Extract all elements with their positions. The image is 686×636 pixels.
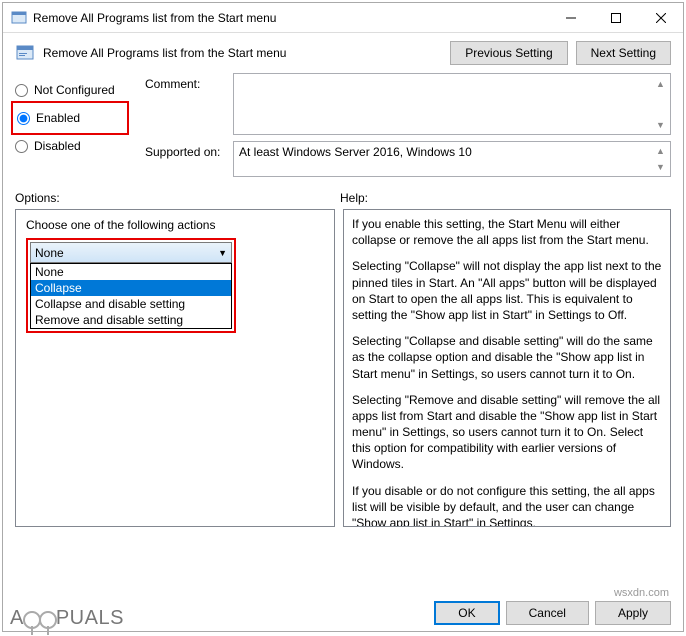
options-label: Options: — [15, 191, 340, 205]
fields-column: Comment: ▲ ▼ Supported on: At least Wind… — [145, 73, 671, 183]
help-paragraph: Selecting "Collapse" will not display th… — [352, 258, 662, 323]
previous-setting-button[interactable]: Previous Setting — [450, 41, 567, 65]
help-paragraph: If you disable or do not configure this … — [352, 483, 662, 527]
help-paragraph: If you enable this setting, the Start Me… — [352, 216, 662, 248]
apply-button[interactable]: Apply — [595, 601, 671, 625]
radio-label: Enabled — [36, 111, 80, 125]
chevron-down-icon: ▼ — [218, 248, 227, 258]
scroll-down-icon[interactable]: ▼ — [652, 159, 669, 175]
action-dropdown[interactable]: None ▼ None Collapse Collapse and disabl… — [30, 242, 232, 329]
gpedit-dialog: Remove All Programs list from the Start … — [2, 2, 684, 632]
radio-label: Not Configured — [34, 83, 115, 97]
policy-icon — [11, 10, 27, 26]
supported-value: At least Windows Server 2016, Windows 10 — [234, 142, 670, 162]
minimize-button[interactable] — [548, 3, 593, 32]
dropdown-item-collapse[interactable]: Collapse — [31, 280, 231, 296]
comment-value — [234, 74, 670, 80]
supported-textarea: At least Windows Server 2016, Windows 10… — [233, 141, 671, 177]
dropdown-selected[interactable]: None ▼ — [30, 242, 232, 263]
dropdown-item-remove-disable[interactable]: Remove and disable setting — [31, 312, 231, 328]
comment-label: Comment: — [145, 73, 225, 91]
policy-header-icon — [15, 43, 35, 63]
options-panel: Choose one of the following actions None… — [15, 209, 335, 527]
radio-enabled[interactable]: Enabled — [17, 105, 123, 131]
supported-row: Supported on: At least Windows Server 20… — [145, 141, 671, 177]
next-setting-button[interactable]: Next Setting — [576, 41, 671, 65]
dropdown-item-collapse-disable[interactable]: Collapse and disable setting — [31, 296, 231, 312]
radio-disabled[interactable]: Disabled — [15, 133, 125, 159]
ok-button[interactable]: OK — [434, 601, 499, 625]
titlebar[interactable]: Remove All Programs list from the Start … — [3, 3, 683, 33]
supported-label: Supported on: — [145, 141, 225, 159]
scroll-up-icon[interactable]: ▲ — [652, 75, 669, 92]
titlebar-text: Remove All Programs list from the Start … — [33, 11, 548, 25]
radio-disabled-input[interactable] — [15, 140, 28, 153]
scroll-up-icon[interactable]: ▲ — [652, 143, 669, 159]
comment-textarea[interactable]: ▲ ▼ — [233, 73, 671, 135]
scroll-down-icon[interactable]: ▼ — [652, 116, 669, 133]
section-labels: Options: Help: — [3, 183, 683, 209]
state-radio-group: Not Configured Enabled Disabled — [15, 73, 125, 183]
dropdown-highlight: None ▼ None Collapse Collapse and disabl… — [26, 238, 236, 333]
watermark-pp-icon — [39, 611, 57, 629]
dropdown-list: None Collapse Collapse and disable setti… — [30, 263, 232, 329]
supported-scrollbar[interactable]: ▲ ▼ — [652, 143, 669, 175]
comment-row: Comment: ▲ ▼ — [145, 73, 671, 135]
help-paragraph: Selecting "Collapse and disable setting"… — [352, 333, 662, 382]
choose-action-label: Choose one of the following actions — [26, 218, 324, 232]
help-paragraph: Selecting "Remove and disable setting" w… — [352, 392, 662, 473]
cancel-button[interactable]: Cancel — [506, 601, 589, 625]
radio-not-configured-input[interactable] — [15, 84, 28, 97]
dropdown-item-none[interactable]: None — [31, 264, 231, 280]
header-row: Remove All Programs list from the Start … — [3, 33, 683, 69]
radio-label: Disabled — [34, 139, 81, 153]
enabled-highlight: Enabled — [11, 101, 129, 135]
maximize-button[interactable] — [593, 3, 638, 32]
dropdown-selected-text: None — [35, 246, 64, 260]
config-area: Not Configured Enabled Disabled Comment: — [3, 69, 683, 183]
radio-not-configured[interactable]: Not Configured — [15, 77, 125, 103]
watermark-site: wsxdn.com — [614, 587, 669, 599]
comment-scrollbar[interactable]: ▲ ▼ — [652, 75, 669, 133]
help-panel: If you enable this setting, the Start Me… — [343, 209, 671, 527]
panels: Choose one of the following actions None… — [3, 209, 683, 533]
help-label: Help: — [340, 191, 368, 205]
radio-enabled-input[interactable] — [17, 112, 30, 125]
watermark-brand: APUALS — [10, 607, 124, 630]
close-button[interactable] — [638, 3, 683, 32]
header-title: Remove All Programs list from the Start … — [43, 46, 442, 60]
